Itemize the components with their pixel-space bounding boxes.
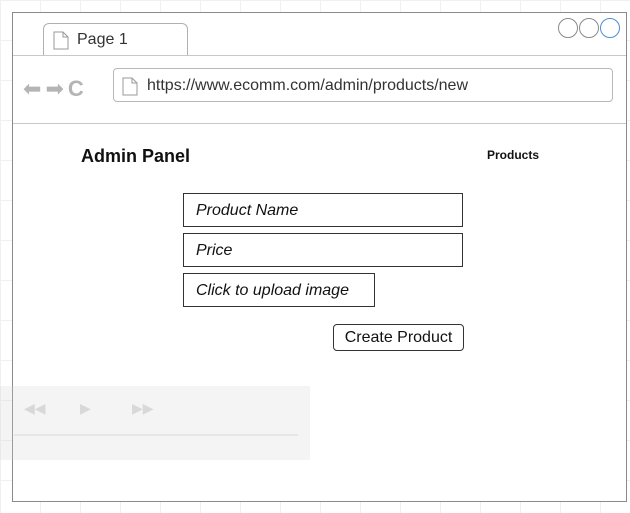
back-arrow-icon[interactable]: ⬅ — [23, 78, 41, 100]
title-bar: Page 1 — [13, 13, 626, 56]
nav-link-products[interactable]: Products — [487, 148, 539, 162]
reload-icon[interactable]: C — [68, 78, 84, 100]
window-control-maximize[interactable] — [600, 18, 620, 38]
product-name-input[interactable]: Product Name — [183, 193, 463, 227]
play-icon[interactable]: ▶ — [80, 400, 91, 417]
rewind-icon[interactable]: ◀◀ — [24, 400, 46, 417]
address-bar[interactable]: https://www.ecomm.com/admin/products/new — [113, 68, 613, 102]
url-text: https://www.ecomm.com/admin/products/new — [147, 77, 469, 94]
video-player-overlay: ◀◀ ▶ ▶▶ — [0, 386, 310, 460]
browser-tab[interactable]: Page 1 — [43, 23, 188, 55]
navigation-buttons: ⬅ ➡ C — [23, 78, 84, 100]
page-icon — [122, 77, 138, 96]
page-icon — [53, 31, 69, 50]
create-product-button[interactable]: Create Product — [333, 324, 464, 351]
window-control-close[interactable] — [558, 18, 578, 38]
app-title: Admin Panel — [81, 146, 191, 166]
forward-arrow-icon[interactable]: ➡ — [45, 78, 63, 100]
window-controls — [558, 18, 620, 38]
video-progress-bar[interactable] — [14, 434, 298, 436]
tab-label: Page 1 — [77, 31, 128, 48]
upload-image-button[interactable]: Click to upload image — [183, 273, 375, 307]
browser-toolbar: ⬅ ➡ C https://www.ecomm.com/admin/produc… — [13, 56, 626, 124]
fast-forward-icon[interactable]: ▶▶ — [132, 400, 154, 417]
price-input[interactable]: Price — [183, 233, 463, 267]
window-control-minimize[interactable] — [579, 18, 599, 38]
